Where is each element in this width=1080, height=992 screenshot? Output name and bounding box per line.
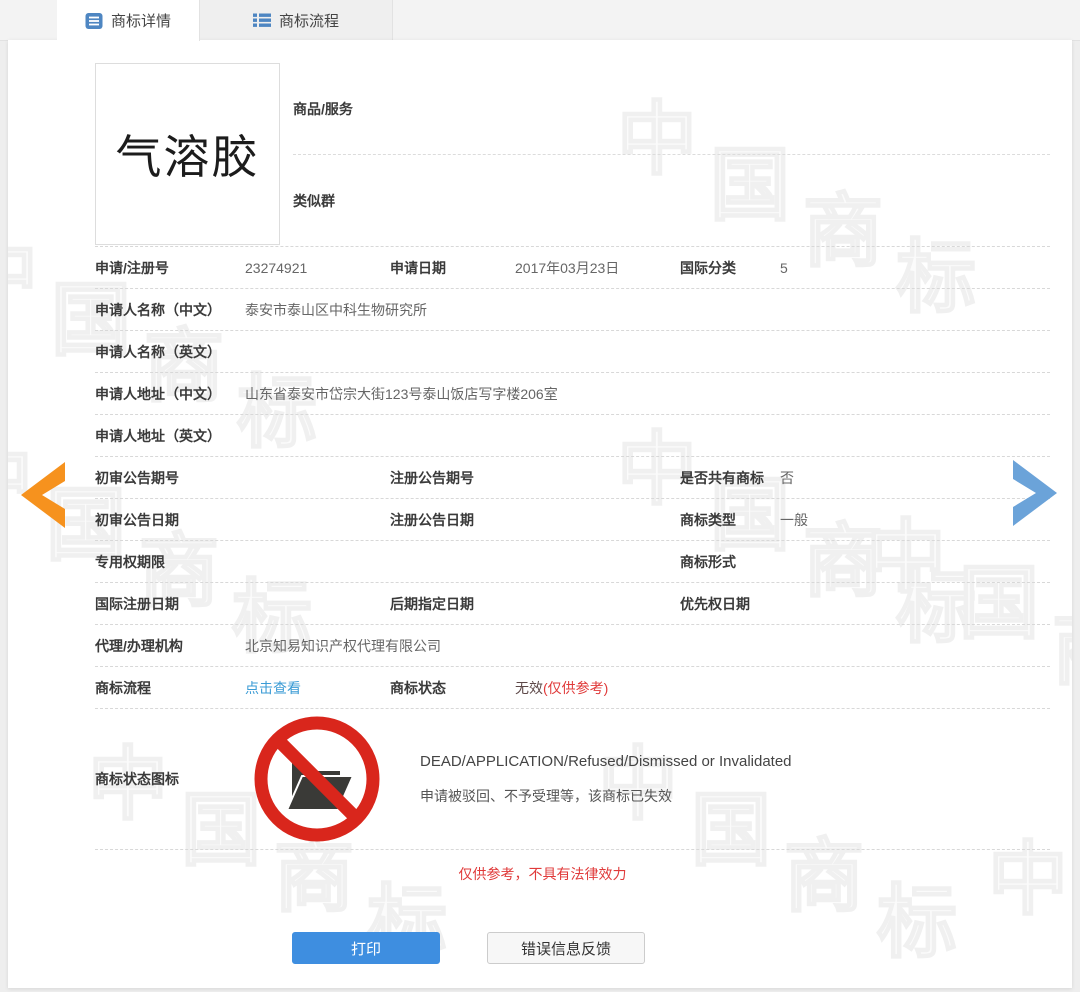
table-row: 申请人地址（英文） [95,415,1050,457]
status-line-en: DEAD/APPLICATION/Refused/Dismissed or In… [420,752,792,770]
similar-group-row: 类似群 [293,155,1050,246]
exclusive-period-label: 专用权期限 [95,553,165,570]
app-date-label: 申请日期 [390,259,446,276]
next-record-button[interactable] [1011,460,1057,526]
agency-value: 北京知易知识产权代理有限公司 [245,637,441,654]
view-process-link[interactable]: 点击查看 [245,678,390,698]
app-no-value: 23274921 [245,259,308,276]
applicant-en-label: 申请人名称（英文） [95,343,221,360]
print-button[interactable]: 打印 [292,932,440,964]
detail-card: 中国商标中国商标中国商标中国商标中国商标中国商标中国商标中国商标 气溶胶 商品/… [8,40,1072,988]
status-line-cn: 申请被驳回、不予受理等，该商标已失效 [420,787,672,804]
shared-trademark-value: 否 [780,469,794,486]
goods-services-label: 商品/服务 [293,100,353,117]
applicant-cn-label: 申请人名称（中文） [95,301,221,318]
tab-label: 商标详情 [110,13,171,30]
status-note-text: (仅供参考) [543,679,609,696]
table-row: 初审公告期号 注册公告期号 是否共有商标 否 [95,457,1050,499]
trademark-type-label: 商标类型 [680,511,736,528]
address-cn-value: 山东省泰安市岱宗大街123号泰山饭店写字楼206室 [245,385,558,402]
table-row: 国际注册日期 后期指定日期 优先权日期 [95,583,1050,625]
prev-record-button[interactable] [21,462,67,528]
tab-label: 商标流程 [278,12,339,30]
reg-gazette-no-label: 注册公告期号 [390,469,474,486]
trademark-form-label: 商标形式 [680,553,736,570]
status-description: DEAD/APPLICATION/Refused/Dismissed or In… [420,753,792,806]
shared-trademark-label: 是否共有商标 [680,469,764,486]
list-icon [252,11,271,29]
similar-group-label: 类似群 [293,192,335,209]
table-row: 申请人名称（中文） 泰安市泰山区中科生物研究所 [95,289,1050,331]
detail-content: 气溶胶 商品/服务 类似群 申请/注册号 23274921 申请日期 2017年… [8,40,1072,884]
intl-reg-date-label: 国际注册日期 [95,595,179,612]
trademark-type-value: 一般 [780,511,808,528]
table-row: 初审公告日期 注册公告日期 商标类型 一般 [95,499,1050,541]
table-row: 申请人名称（英文） [95,331,1050,373]
tab-trademark-detail[interactable]: 商标详情 [57,0,200,41]
app-no-label: 申请/注册号 [95,259,169,276]
table-row: 代理/办理机构 北京知易知识产权代理有限公司 [95,625,1050,667]
intl-class-value: 5 [780,259,788,276]
agency-label: 代理/办理机构 [95,637,183,654]
disclaimer-text: 仅供参考，不具有法律效力 [458,866,627,882]
status-label: 商标状态 [390,679,446,696]
trademark-header-row: 气溶胶 商品/服务 类似群 [95,40,1050,247]
status-icon-label: 商标状态图标 [95,771,179,787]
app-date-value: 2017年03月23日 [515,259,620,276]
tab-bar: 商标详情 商标流程 [0,0,1080,41]
status-value: 无效(仅供参考) [515,678,680,698]
table-row: 商标流程 点击查看 商标状态 无效(仅供参考) [95,667,1050,709]
table-row: 专用权期限 商标形式 [95,541,1050,583]
status-invalid-text: 无效 [515,679,543,696]
applicant-cn-value: 泰安市泰山区中科生物研究所 [245,301,427,318]
address-cn-label: 申请人地址（中文） [95,385,221,402]
process-label: 商标流程 [95,679,151,696]
later-designation-label: 后期指定日期 [390,595,474,612]
prohibited-folder-icon [250,714,383,844]
table-row: 申请/注册号 23274921 申请日期 2017年03月23日 国际分类 5 [95,247,1050,289]
tab-trademark-flow[interactable]: 商标流程 [200,0,393,40]
first-gazette-no-label: 初审公告期号 [95,469,179,486]
intl-class-label: 国际分类 [680,259,736,276]
address-en-label: 申请人地址（英文） [95,427,221,444]
first-gazette-date-label: 初审公告日期 [95,511,179,528]
table-row: 申请人地址（中文） 山东省泰安市岱宗大街123号泰山饭店写字楼206室 [95,373,1050,415]
button-row: 打印 错误信息反馈 [8,932,1072,964]
reg-gazette-date-label: 注册公告日期 [390,511,474,528]
error-feedback-button[interactable]: 错误信息反馈 [487,932,645,964]
document-icon [85,12,103,30]
chevron-right-icon [1013,460,1057,526]
trademark-text: 气溶胶 [115,131,260,183]
goods-services-row: 商品/服务 [293,63,1050,155]
chevron-left-icon [21,462,65,528]
priority-date-label: 优先权日期 [680,595,750,612]
trademark-image: 气溶胶 [95,63,280,245]
status-icon-row: 商标状态图标 DEAD/APPLICATION/Refused/Dismisse… [95,709,1050,850]
